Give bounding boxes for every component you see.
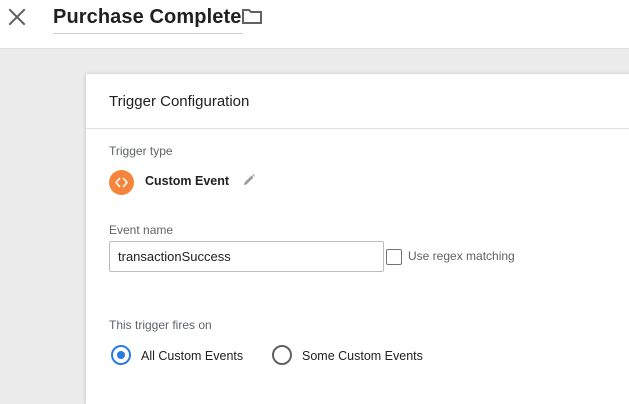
card-header: Trigger Configuration	[86, 74, 629, 129]
fires-on-label: This trigger fires on	[109, 318, 212, 332]
folder-button[interactable]	[241, 7, 263, 27]
folder-icon	[242, 9, 262, 24]
pencil-icon[interactable]	[241, 172, 257, 188]
trigger-configuration-card: Trigger Configuration Trigger type Custo…	[85, 73, 629, 404]
trigger-type-name: Custom Event	[145, 174, 230, 188]
trigger-type-label: Trigger type	[109, 144, 173, 158]
close-button[interactable]	[5, 5, 29, 29]
all-custom-events-radio[interactable]	[111, 345, 131, 365]
event-name-input[interactable]	[109, 241, 384, 272]
card-title: Trigger Configuration	[109, 93, 250, 110]
event-name-label: Event name	[109, 223, 174, 237]
title-field[interactable]: Purchase Complete	[53, 5, 244, 34]
regex-checkbox[interactable]	[386, 249, 402, 265]
radio-selected-dot	[117, 351, 125, 359]
all-custom-events-label[interactable]: All Custom Events	[141, 349, 243, 363]
regex-checkbox-label: Use regex matching	[408, 249, 515, 263]
page-title: Purchase Complete	[53, 6, 242, 28]
some-custom-events-label[interactable]: Some Custom Events	[302, 349, 423, 363]
top-bar: Purchase Complete	[0, 0, 629, 49]
some-custom-events-radio[interactable]	[272, 345, 292, 365]
code-brackets-icon	[109, 170, 134, 195]
close-icon	[8, 8, 26, 26]
